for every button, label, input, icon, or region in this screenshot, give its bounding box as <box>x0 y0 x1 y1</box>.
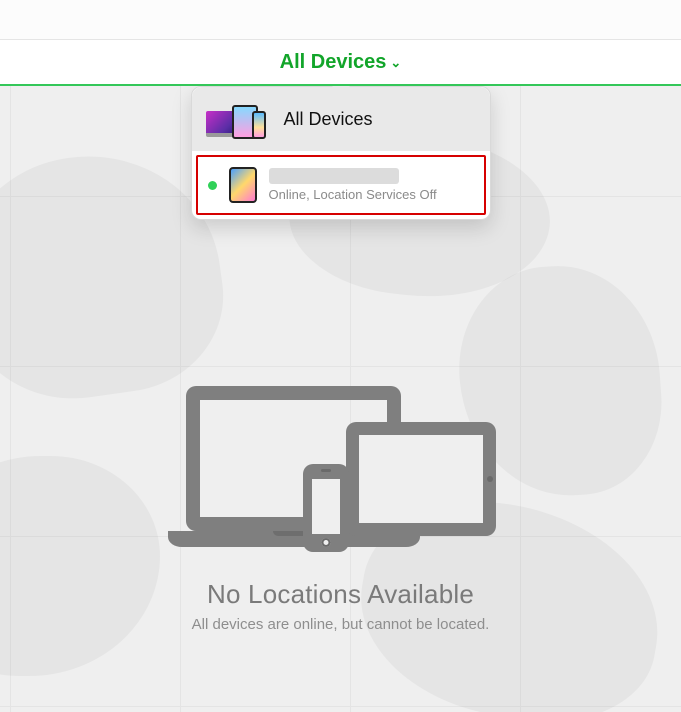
dropdown-device-row[interactable]: Online, Location Services Off <box>196 155 486 215</box>
all-devices-icon <box>206 99 270 139</box>
dropdown-all-devices-row[interactable]: All Devices <box>192 87 490 151</box>
devices-illustration-icon <box>186 386 496 561</box>
device-thumbnail-icon <box>229 167 257 203</box>
top-bar-spacer <box>0 0 681 40</box>
toolbar: All Devices ⌄ <box>0 40 681 86</box>
online-status-dot-icon <box>208 181 217 190</box>
dropdown-header-label: All Devices <box>284 109 373 130</box>
chevron-down-icon: ⌄ <box>390 55 401 71</box>
map-background[interactable]: All Devices Online, Location Services Of… <box>0 86 681 712</box>
device-selector-dropdown-trigger[interactable]: All Devices ⌄ <box>280 51 402 74</box>
empty-state-subtitle: All devices are online, but cannot be lo… <box>161 616 521 633</box>
device-status-text: Online, Location Services Off <box>269 187 437 202</box>
empty-state-title: No Locations Available <box>161 579 521 610</box>
device-selector-label: All Devices <box>280 51 387 74</box>
device-dropdown-panel: All Devices Online, Location Services Of… <box>191 86 491 220</box>
empty-state: No Locations Available All devices are o… <box>161 386 521 633</box>
device-name-redacted <box>269 168 399 184</box>
map-landmass-decoration <box>0 456 160 676</box>
